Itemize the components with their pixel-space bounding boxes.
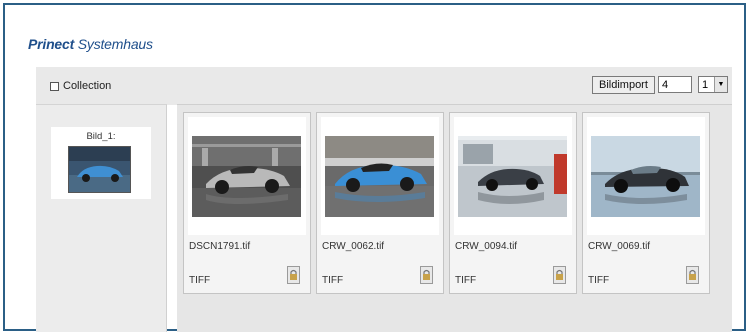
brand-title: Prinect Systemhaus xyxy=(28,36,153,52)
lock-icon[interactable] xyxy=(420,266,433,284)
page-select-value: 1 xyxy=(702,78,709,91)
file-name: CRW_0094.tif xyxy=(455,241,518,252)
collection-toggle[interactable]: Collection xyxy=(50,80,111,92)
collection-item-label: Bild_1: xyxy=(86,131,116,142)
collection-label: Collection xyxy=(63,80,112,92)
page-select[interactable]: 1 ▼ xyxy=(698,76,728,93)
collection-checkbox[interactable] xyxy=(50,81,59,91)
gallery-item[interactable]: DSCN1791.tif TIFF xyxy=(183,112,311,294)
file-name: DSCN1791.tif xyxy=(189,241,251,252)
toolbar: Collection Bildimport 4 1 ▼ xyxy=(36,67,732,105)
car-photo[interactable] xyxy=(325,136,434,217)
lock-icon[interactable] xyxy=(553,266,566,284)
image-area xyxy=(188,117,306,235)
chevron-down-icon[interactable]: ▼ xyxy=(714,77,727,92)
collection-panel: Bild_1: xyxy=(36,104,167,332)
lock-icon[interactable] xyxy=(686,266,699,284)
image-area xyxy=(587,117,705,235)
file-type: TIFF xyxy=(588,275,610,286)
gallery-item[interactable]: CRW_0069.tif TIFF xyxy=(582,112,710,294)
image-area xyxy=(454,117,572,235)
car-photo-thumbnail[interactable] xyxy=(68,146,131,193)
car-photo[interactable] xyxy=(192,136,301,217)
count-input[interactable]: 4 xyxy=(658,76,692,93)
gallery-item[interactable]: CRW_0062.tif TIFF xyxy=(316,112,444,294)
file-type: TIFF xyxy=(455,275,477,286)
car-photo[interactable] xyxy=(591,136,700,217)
gallery-item[interactable]: CRW_0094.tif TIFF xyxy=(449,112,577,294)
brand-rest: Systemhaus xyxy=(74,36,153,52)
brand-bold: Prinect xyxy=(28,36,75,52)
image-area xyxy=(321,117,439,235)
file-type: TIFF xyxy=(322,275,344,286)
bildimport-button[interactable]: Bildimport xyxy=(592,76,655,94)
file-type: TIFF xyxy=(189,275,211,286)
car-photo[interactable] xyxy=(458,136,567,217)
gallery-panel: DSCN1791.tif TIFF CRW_0062.tif TIFF CRW_… xyxy=(177,104,732,332)
file-name: CRW_0069.tif xyxy=(588,241,651,252)
collection-item[interactable]: Bild_1: xyxy=(51,127,151,199)
lock-icon[interactable] xyxy=(287,266,300,284)
file-name: CRW_0062.tif xyxy=(322,241,385,252)
